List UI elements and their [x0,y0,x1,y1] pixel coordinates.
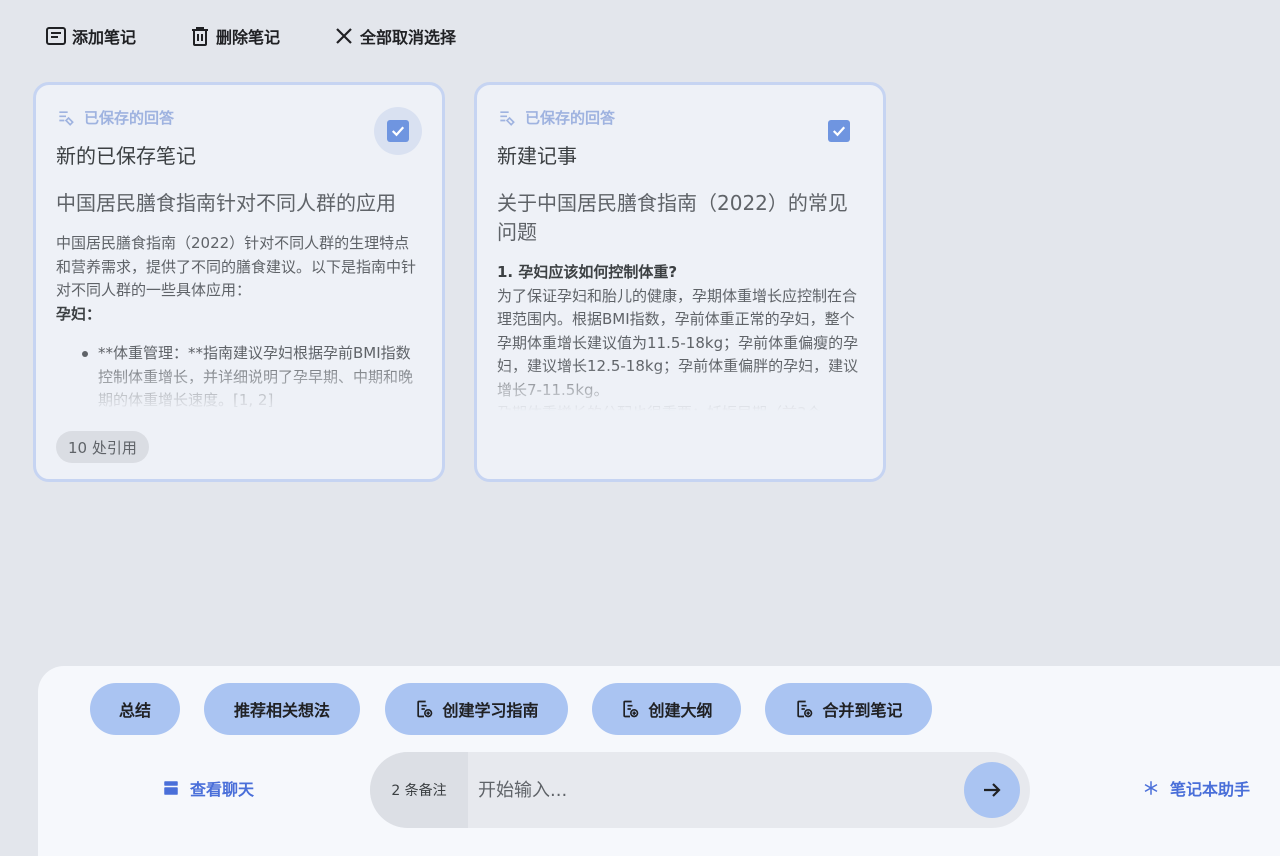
note-body-intro: 为了保证孕妇和胎儿的健康，孕期体重增长应控制在合理范围内。根据BMI指数，孕前体… [497,286,859,399]
view-chat-button[interactable]: 查看聊天 [162,776,254,800]
add-note-button[interactable]: 添加笔记 [44,22,136,50]
note-body-bold: 1. 孕妇应该如何控制体重? [497,263,678,281]
saved-response-icon [500,110,515,126]
list-item-text: **体重管理：**指南建议孕妇根据孕前BMI指数控制体重增长，并详细说明了孕早期… [98,344,414,409]
chat-panel: 总结 推荐相关想法 创建学习指南 创建大纲 合并到笔记 查看聊天 2 条备注 开… [38,666,1280,856]
list-item: **体重管理：**指南建议孕妇根据孕前BMI指数控制体重增长，并详细说明了孕早期… [56,342,422,412]
create-outline-button[interactable]: 创建大纲 [592,683,741,735]
create-study-guide-button[interactable]: 创建学习指南 [385,683,568,735]
suggest-ideas-button[interactable]: 推荐相关想法 [204,683,360,735]
note-title: 新建记事 [497,144,577,168]
note-card[interactable]: 已保存的回答 新的已保存笔记 中国居民膳食指南针对不同人群的应用 中国居民膳食指… [33,82,445,482]
note-heading: 中国居民膳食指南针对不同人群的应用 [56,191,396,215]
note-create-icon [417,700,433,718]
delete-note-button[interactable]: 删除笔记 [188,22,280,50]
send-button[interactable] [964,762,1020,818]
summary-button[interactable]: 总结 [90,683,180,735]
notes-toolbar: 添加笔记 删除笔记 全部取消选择 [44,22,508,50]
deselect-all-button[interactable]: 全部取消选择 [332,22,456,50]
deselect-all-label: 全部取消选择 [360,28,457,47]
chat-icon [164,781,178,795]
note-add-icon [46,27,66,45]
delete-note-label: 删除笔记 [216,28,281,47]
chat-input-bar: 2 条备注 [370,752,1030,828]
trash-icon [192,27,209,46]
note-heading: 关于中国居民膳食指南（2022）的常见问题 [497,191,848,244]
source-count-badge[interactable]: 2 条备注 [370,752,468,828]
note-body-bold: 孕妇： [56,304,102,323]
note-body-more: 孕期体重增长的分配也很重要：妊娠早期（前3个 [497,402,863,411]
note-body: 1. 孕妇应该如何控制体重? 为了保证孕妇和胎儿的健康，孕期体重增长应控制在合理… [497,261,863,411]
chat-input[interactable] [468,752,1030,828]
check-icon [832,126,846,137]
saved-response-kind: 已保存的回答 [56,107,422,128]
check-icon [391,126,405,137]
note-body: 中国居民膳食指南（2022）针对不同人群的生理特点和营养需求，提供了不同的膳食建… [56,232,422,412]
note-title: 新的已保存笔记 [56,144,196,168]
citation-count-badge[interactable]: 10 处引用 [56,431,149,463]
note-body-intro: 中国居民膳食指南（2022）针对不同人群的生理特点和营养需求，提供了不同的膳食建… [56,234,417,299]
note-create-icon [623,700,639,718]
saved-response-icon [59,110,74,126]
notebook-assistant-button[interactable]: 笔记本助手 [1142,776,1250,800]
arrow-right-icon [984,783,1001,797]
close-icon [336,28,352,44]
note-create-icon [797,700,813,718]
merge-to-note-button[interactable]: 合并到笔记 [765,683,932,735]
saved-response-kind: 已保存的回答 [497,107,863,128]
add-note-label: 添加笔记 [72,28,137,47]
note-select-checkbox[interactable] [815,107,863,155]
asterisk-icon [1144,781,1158,795]
note-card[interactable]: 已保存的回答 新建记事 关于中国居民膳食指南（2022）的常见问题 1. 孕妇应… [474,82,886,482]
note-select-checkbox[interactable] [374,107,422,155]
